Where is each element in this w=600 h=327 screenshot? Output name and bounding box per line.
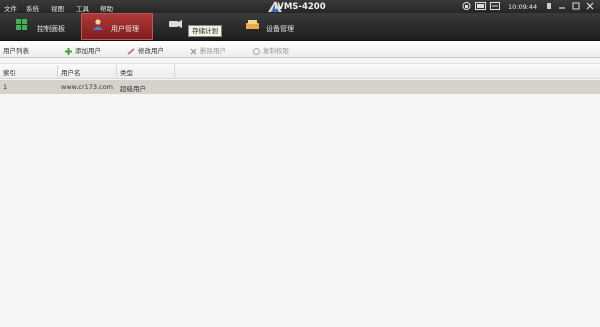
minimize-icon[interactable] — [557, 1, 567, 11]
column-divider[interactable] — [57, 65, 58, 77]
ivms-logo-icon — [268, 1, 282, 12]
module-tab-bar: 控制面板 用户管理 设备管理 — [0, 13, 600, 41]
column-header-username[interactable]: 用户名 — [61, 67, 81, 77]
storage-schedule-icon — [169, 20, 182, 28]
cell-username: www.cr173.com — [61, 83, 114, 91]
menu-help[interactable]: 帮助 — [100, 3, 113, 13]
tooltip: 存储计划 — [188, 25, 222, 37]
add-icon — [65, 47, 72, 55]
cell-type: 超级用户 — [120, 85, 146, 93]
menu-system[interactable]: 系统 — [26, 3, 39, 13]
user-list-label: 用户列表 — [3, 47, 29, 55]
maximize-icon[interactable] — [571, 1, 581, 11]
copy-permission-label: 复制权限 — [263, 47, 289, 55]
column-header-index[interactable]: 索引 — [3, 67, 16, 77]
copy-permission-button[interactable]: 复制权限 — [253, 45, 289, 55]
user-management-icon — [93, 19, 103, 30]
lock-icon[interactable] — [462, 2, 471, 10]
device-management-icon — [246, 20, 259, 29]
tab-device-management[interactable]: 设备管理 — [240, 13, 312, 40]
menu-view[interactable]: 视图 — [51, 3, 64, 13]
tab-label: 控制面板 — [37, 25, 65, 33]
edit-user-label: 修改用户 — [138, 47, 164, 55]
edit-user-button[interactable]: 修改用户 — [127, 45, 164, 55]
cell-index: 1 — [3, 83, 8, 91]
edit-icon — [127, 47, 135, 55]
tab-label: 设备管理 — [266, 25, 294, 33]
clock: 10:09:44 — [508, 3, 538, 11]
tab-control-panel[interactable]: 控制面板 — [8, 13, 74, 40]
delete-icon — [190, 48, 197, 54]
column-divider[interactable] — [174, 65, 175, 77]
add-user-label: 添加用户 — [75, 47, 101, 55]
menu-tools[interactable]: 工具 — [76, 3, 89, 13]
column-divider[interactable] — [116, 65, 117, 77]
delete-user-button[interactable]: 删除用户 — [190, 45, 226, 55]
table-row[interactable]: 1 www.cr173.com 超级用户 — [0, 80, 600, 94]
close-icon[interactable] — [585, 1, 595, 11]
add-user-button[interactable]: 添加用户 — [65, 45, 101, 55]
cpu-monitor-icon[interactable] — [475, 2, 486, 10]
table-header: 索引 用户名 类型 — [0, 63, 600, 79]
alarm-icon[interactable] — [490, 2, 500, 10]
user-toolbar: 用户列表 添加用户 修改用户 删除用户 复制权限 — [0, 41, 600, 58]
delete-user-label: 删除用户 — [200, 47, 226, 55]
control-panel-icon — [16, 19, 27, 30]
copy-permission-icon — [253, 47, 260, 55]
menu-bar: 文件 系统 视图 工具 帮助 iVMS-4200 10:09:44 — [0, 0, 600, 13]
column-header-type[interactable]: 类型 — [120, 67, 133, 77]
tab-user-management[interactable]: 用户管理 — [81, 13, 153, 40]
lock-screen-icon[interactable] — [544, 1, 554, 11]
menu-file[interactable]: 文件 — [4, 3, 17, 13]
tab-label: 用户管理 — [111, 25, 139, 33]
